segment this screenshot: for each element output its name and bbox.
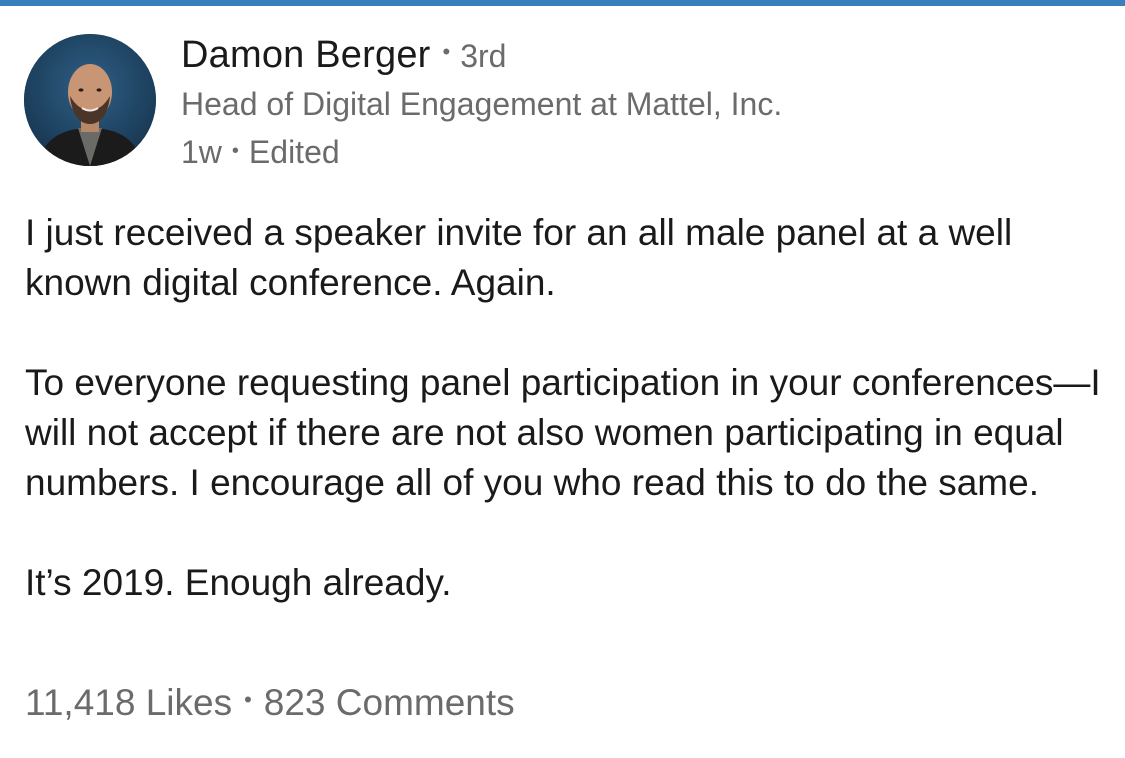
- separator-dot: •: [442, 39, 451, 64]
- separator-dot: •: [244, 687, 252, 712]
- post-body: I just received a speaker invite for an …: [25, 208, 1105, 608]
- post-header: Damon Berger • 3rd Head of Digital Engag…: [181, 34, 782, 171]
- author-name[interactable]: Damon Berger: [181, 34, 431, 77]
- author-line: Damon Berger • 3rd: [181, 34, 782, 80]
- comments-count[interactable]: 823 Comments: [264, 682, 515, 724]
- avatar-image: [24, 34, 156, 166]
- avatar[interactable]: [24, 34, 156, 166]
- connection-degree: 3rd: [460, 38, 507, 74]
- post-time: 1w: [181, 134, 222, 170]
- edited-label: Edited: [248, 134, 340, 170]
- likes-count[interactable]: 11,418 Likes: [25, 682, 232, 724]
- social-counts: 11,418 Likes • 823 Comments: [25, 682, 515, 724]
- author-headline: Head of Digital Engagement at Mattel, In…: [181, 86, 783, 122]
- post-paragraph: It’s 2019. Enough already.: [25, 562, 452, 603]
- separator-dot: •: [231, 140, 239, 162]
- top-accent-bar: [0, 0, 1125, 6]
- post-paragraph: I just received a speaker invite for an …: [25, 212, 1013, 303]
- post-meta: 1w • Edited: [181, 134, 782, 171]
- post-paragraph: To everyone requesting panel participati…: [25, 362, 1101, 503]
